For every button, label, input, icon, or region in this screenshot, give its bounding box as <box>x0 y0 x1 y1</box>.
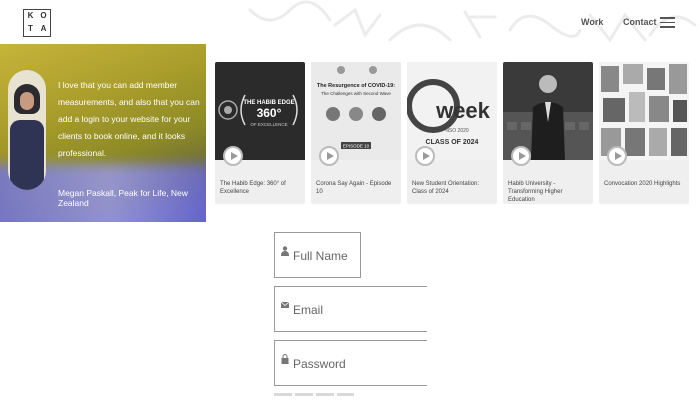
lock-icon <box>281 354 289 364</box>
video-thumbnail <box>503 62 593 160</box>
svg-text:The Challenges with Second Wav: The Challenges with Second Wave <box>321 91 391 96</box>
play-icon[interactable] <box>607 146 627 166</box>
background-scribble <box>248 0 697 43</box>
nav-work-link[interactable]: Work <box>581 17 603 27</box>
svg-text:360°: 360° <box>257 106 282 120</box>
kota-logo[interactable]: K O T A <box>23 9 51 37</box>
hamburger-icon[interactable] <box>660 17 675 28</box>
logo-letter: K <box>27 11 34 20</box>
svg-text:NSO 2020: NSO 2020 <box>445 128 469 134</box>
video-card[interactable]: week NSO 2020 CLASS OF 2024 New Student … <box>407 62 497 204</box>
svg-text:OF EXCELLENCE: OF EXCELLENCE <box>250 122 287 127</box>
video-title: Habib University - Transforming Higher E… <box>508 181 563 203</box>
svg-text:The Resurgence of COVID-19:: The Resurgence of COVID-19: <box>317 83 395 89</box>
password-placeholder: Password <box>293 357 346 371</box>
video-card[interactable]: Convocation 2020 Highlights <box>599 62 689 204</box>
user-icon <box>281 246 289 256</box>
testimonial-avatar <box>8 70 46 190</box>
video-title: New Student Orientation: Class of 2024 <box>412 181 480 195</box>
full-name-field[interactable]: Full Name <box>274 232 361 278</box>
logo-letter: T <box>28 24 33 33</box>
svg-text:week: week <box>435 98 491 123</box>
video-title: Corona Say Again - Episode 10 <box>316 181 392 195</box>
video-thumbnail <box>599 62 689 160</box>
video-thumbnail: week NSO 2020 CLASS OF 2024 <box>407 62 497 160</box>
nav-contact-link[interactable]: Contact <box>623 17 657 27</box>
svg-text:EPISODE 10: EPISODE 10 <box>343 144 370 149</box>
video-card[interactable]: Habib University - Transforming Higher E… <box>503 62 593 204</box>
password-field[interactable]: Password <box>274 340 427 386</box>
video-title: Convocation 2020 Highlights <box>604 181 681 187</box>
email-placeholder: Email <box>293 303 324 317</box>
video-card[interactable]: The Resurgence of COVID-19: The Challeng… <box>311 62 401 204</box>
play-icon[interactable] <box>223 146 243 166</box>
video-title: The Habib Edge: 360° of Excellence <box>220 181 286 195</box>
video-thumbnail: The Resurgence of COVID-19: The Challeng… <box>311 62 401 160</box>
play-icon[interactable] <box>415 146 435 166</box>
logo-letter: A <box>40 24 47 33</box>
email-field[interactable]: Email <box>274 286 427 332</box>
testimonial-banner: I love that you can add member measureme… <box>0 44 206 222</box>
email-icon <box>281 301 289 308</box>
logo-letter: O <box>40 11 47 20</box>
testimonial-quote: I love that you can add member measureme… <box>58 80 200 158</box>
play-icon[interactable] <box>511 146 531 166</box>
video-card[interactable]: THE HABIB EDGE 360° OF EXCELLENCE The Ha… <box>215 62 305 204</box>
testimonial-author: Megan Paskall, Peak for Life, New Zealan… <box>58 188 188 208</box>
play-icon[interactable] <box>319 146 339 166</box>
form-divider <box>274 393 354 396</box>
svg-text:CLASS OF 2024: CLASS OF 2024 <box>426 139 479 146</box>
full-name-placeholder: Full Name <box>293 249 348 263</box>
video-thumbnail: THE HABIB EDGE 360° OF EXCELLENCE <box>215 62 305 160</box>
